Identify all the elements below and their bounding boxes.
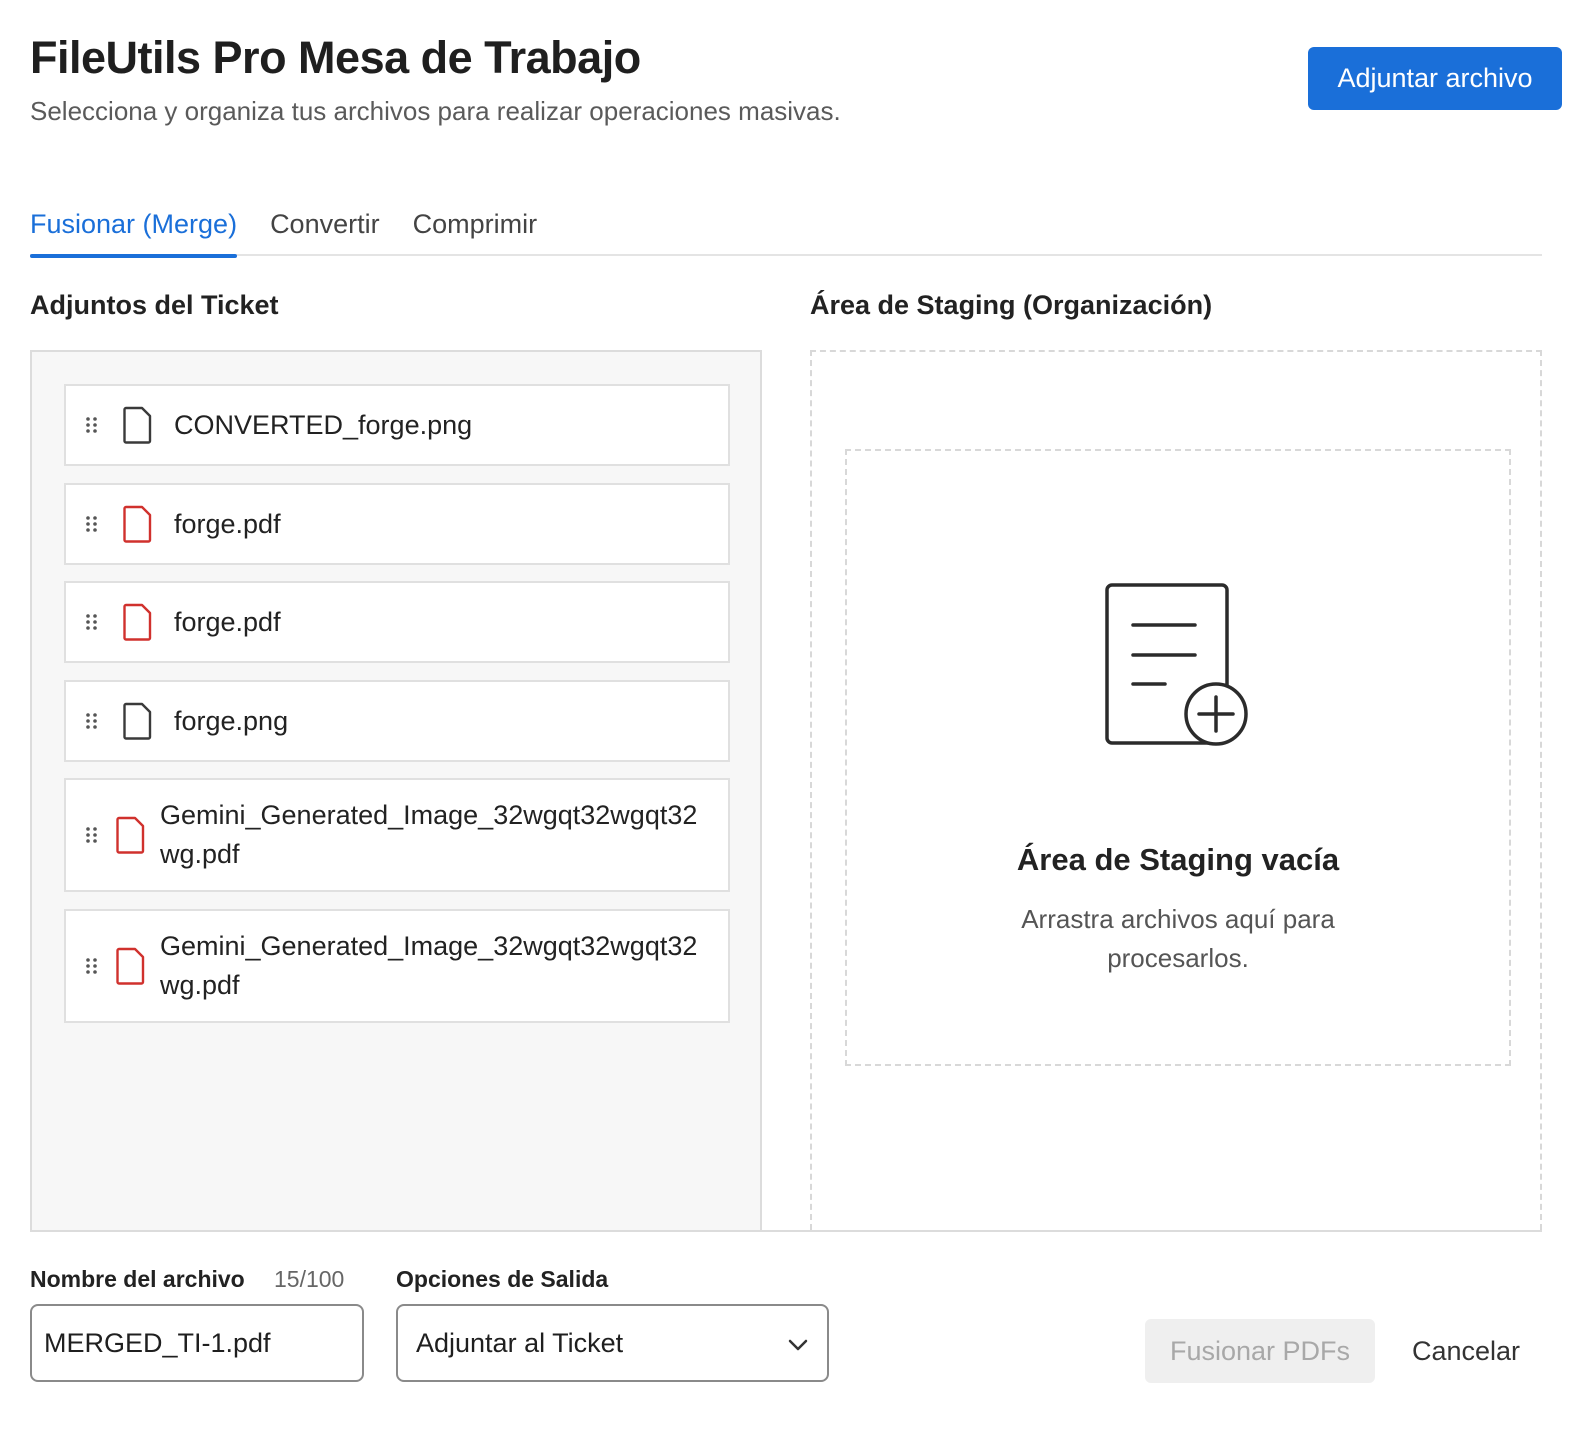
file-name: CONVERTED_forge.png bbox=[174, 409, 473, 440]
output-options-label: Opciones de Salida bbox=[396, 1266, 609, 1292]
file-name: Gemini_Generated_Image_32wgqt32wgqt32wg.… bbox=[160, 931, 698, 1000]
attachment-item[interactable]: Gemini_Generated_Image_32wgqt32wgqt32wg.… bbox=[64, 909, 730, 1023]
staging-dropzone[interactable]: Área de Staging vacía Arrastra archivos … bbox=[845, 449, 1511, 1066]
filename-label: Nombre del archivo bbox=[30, 1266, 245, 1292]
tab-compress[interactable]: Comprimir bbox=[413, 205, 538, 256]
file-name: forge.pdf bbox=[174, 606, 281, 637]
file-name: Gemini_Generated_Image_32wgqt32wgqt32wg.… bbox=[160, 800, 698, 869]
output-options-value: Adjuntar al Ticket bbox=[416, 1327, 624, 1358]
output-options-select[interactable]: Adjuntar al Ticket bbox=[396, 1304, 829, 1382]
divider bbox=[30, 1230, 1542, 1232]
drag-handle-icon[interactable] bbox=[66, 826, 116, 844]
staging-empty-text: Arrastra archivos aquí para procesarlos. bbox=[1021, 904, 1335, 973]
attachment-item[interactable]: forge.pdf bbox=[64, 483, 730, 565]
drag-handle-icon[interactable] bbox=[66, 515, 116, 533]
attachment-item[interactable]: forge.png bbox=[64, 680, 730, 762]
filename-counter: 15/100 bbox=[274, 1266, 345, 1292]
staging-empty-heading: Área de Staging vacía bbox=[1016, 842, 1340, 877]
drag-handle-icon[interactable] bbox=[66, 712, 116, 730]
chevron-down-icon bbox=[787, 1328, 809, 1359]
attachment-item[interactable]: CONVERTED_forge.png bbox=[64, 384, 730, 466]
operation-tabs: Fusionar (Merge) Convertir Comprimir bbox=[30, 205, 1542, 258]
file-icon bbox=[116, 702, 160, 740]
file-icon bbox=[116, 406, 160, 444]
drag-handle-icon[interactable] bbox=[66, 957, 116, 975]
cancel-button[interactable]: Cancelar bbox=[1390, 1319, 1542, 1383]
attachments-section-title: Adjuntos del Ticket bbox=[30, 290, 279, 320]
attachments-list: CONVERTED_forge.png forge.pdf forge.pdf … bbox=[30, 350, 762, 1230]
attachment-item[interactable]: forge.pdf bbox=[64, 581, 730, 663]
document-add-icon bbox=[1103, 581, 1253, 756]
tab-convert[interactable]: Convertir bbox=[270, 205, 380, 256]
merge-pdfs-button[interactable]: Fusionar PDFs bbox=[1145, 1319, 1375, 1383]
staging-section-title: Área de Staging (Organización) bbox=[810, 290, 1213, 320]
filename-input[interactable] bbox=[30, 1304, 364, 1382]
pdf-file-icon bbox=[116, 816, 146, 854]
tab-merge[interactable]: Fusionar (Merge) bbox=[30, 205, 238, 258]
file-name: forge.pdf bbox=[174, 508, 281, 539]
page-header: FileUtils Pro Mesa de Trabajo Selecciona… bbox=[30, 30, 1562, 140]
attachment-item[interactable]: Gemini_Generated_Image_32wgqt32wgqt32wg.… bbox=[64, 778, 730, 892]
pdf-file-icon bbox=[116, 603, 160, 641]
staging-area[interactable]: Área de Staging vacía Arrastra archivos … bbox=[810, 350, 1542, 1230]
attach-file-button[interactable]: Adjuntar archivo bbox=[1308, 47, 1562, 110]
file-name: forge.png bbox=[174, 705, 289, 736]
drag-handle-icon[interactable] bbox=[66, 416, 116, 434]
pdf-file-icon bbox=[116, 947, 146, 985]
drag-handle-icon[interactable] bbox=[66, 613, 116, 631]
pdf-file-icon bbox=[116, 505, 160, 543]
